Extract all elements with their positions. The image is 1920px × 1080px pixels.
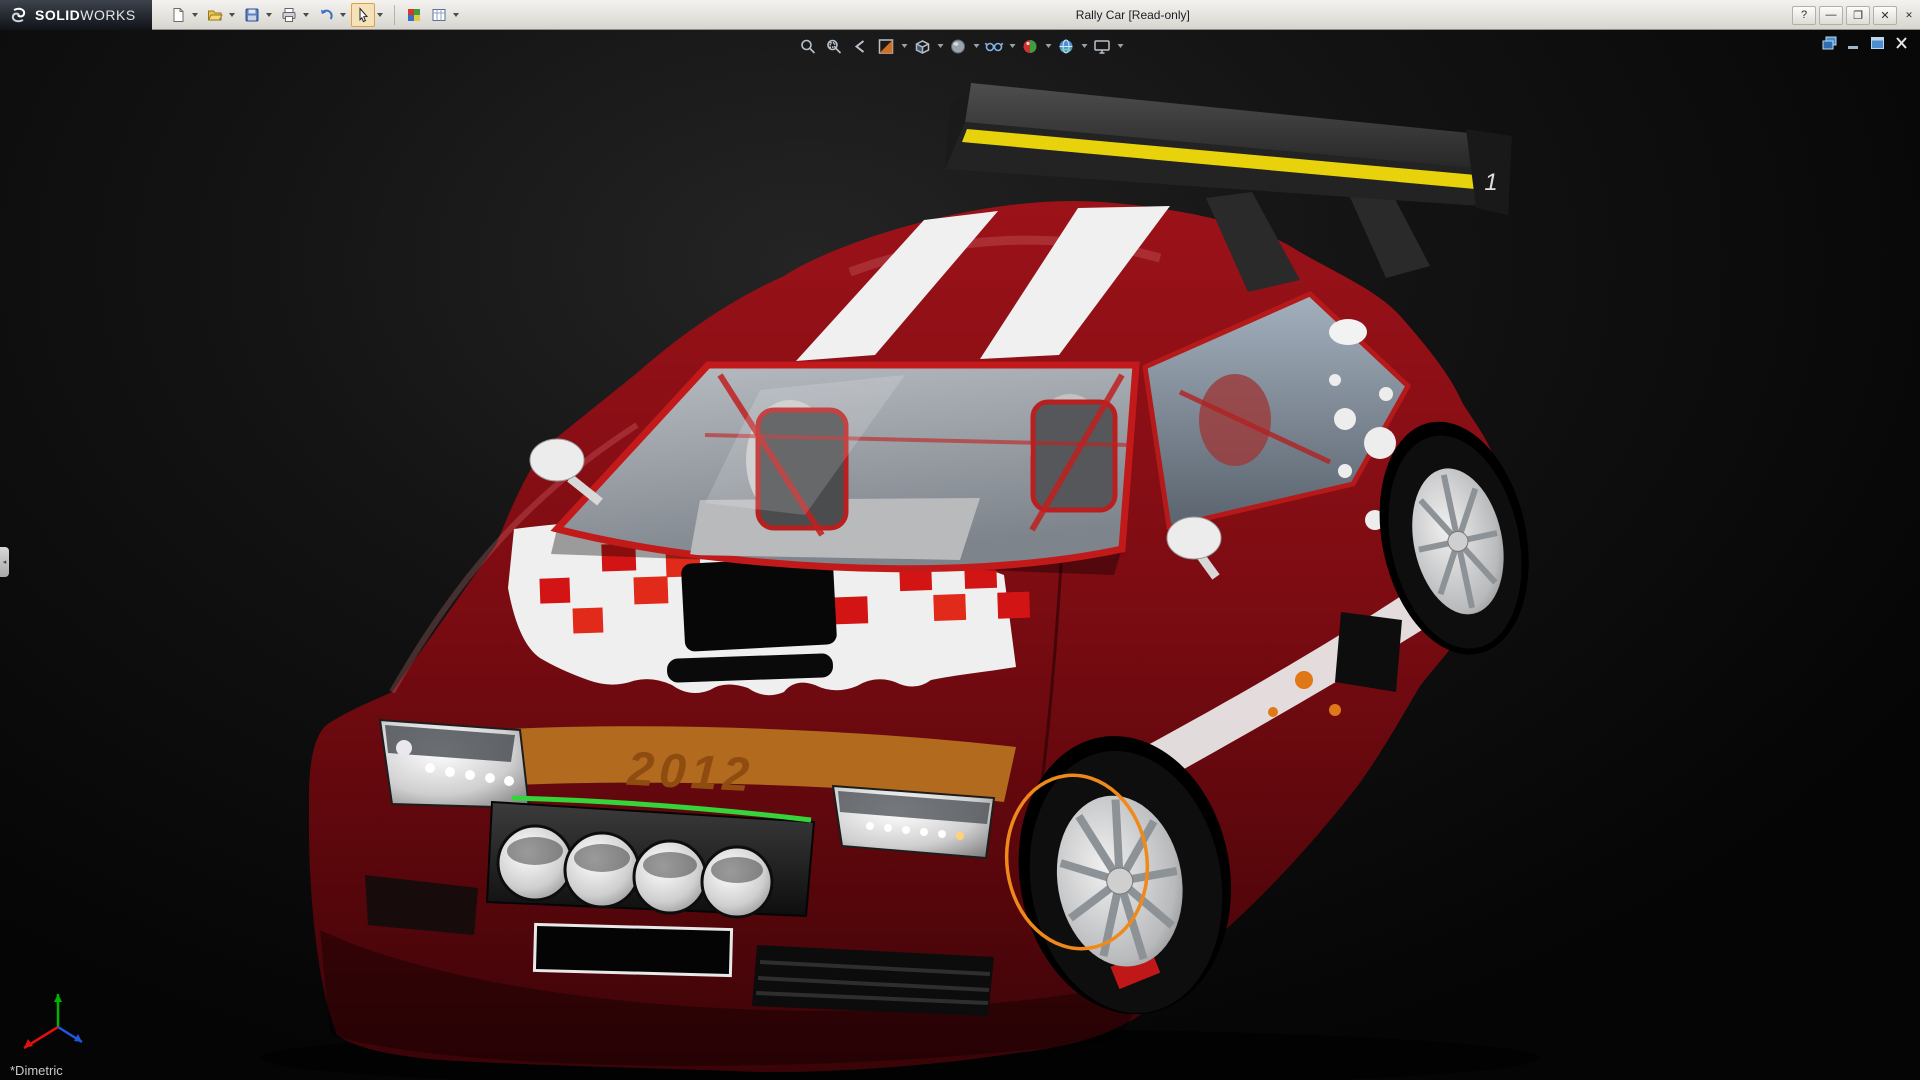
- brand-text: SOLIDWORKS: [35, 7, 136, 23]
- new-document-button[interactable]: [166, 3, 190, 27]
- save-button[interactable]: [240, 3, 264, 27]
- graphics-viewport[interactable]: 2012: [0, 30, 1920, 1080]
- standard-toolbar: [166, 3, 463, 27]
- sheet-options-button[interactable]: [427, 3, 451, 27]
- view-orientation-button[interactable]: [911, 34, 934, 58]
- minimize-button[interactable]: —: [1819, 6, 1843, 25]
- view-settings-dropdown[interactable]: [1118, 44, 1124, 48]
- lower-intake[interactable]: [752, 945, 994, 1016]
- hide-show-items-dropdown[interactable]: [1010, 44, 1016, 48]
- color-swatch-button[interactable]: [402, 3, 426, 27]
- zoom-to-area-button[interactable]: [823, 34, 846, 58]
- window-controls: ? — ❐ ✕ ✕: [1789, 0, 1916, 30]
- previous-view-button[interactable]: [849, 34, 872, 58]
- select-dropdown[interactable]: [377, 13, 383, 17]
- corner-close-button[interactable]: ✕: [1902, 8, 1916, 22]
- open-button[interactable]: [203, 3, 227, 27]
- right-headlight[interactable]: [833, 786, 994, 858]
- document-window-controls: [1821, 35, 1910, 51]
- save-dropdown[interactable]: [266, 13, 272, 17]
- left-headlight[interactable]: [380, 720, 529, 808]
- undo-dropdown[interactable]: [340, 13, 346, 17]
- doc-restore-button[interactable]: [1821, 35, 1838, 51]
- section-view-dropdown[interactable]: [902, 44, 908, 48]
- undo-button[interactable]: [314, 3, 338, 27]
- license-plate[interactable]: [534, 924, 731, 975]
- select-button[interactable]: [351, 3, 375, 27]
- edit-appearance-dropdown[interactable]: [1046, 44, 1052, 48]
- hood-vent[interactable]: [681, 556, 837, 652]
- rear-quarter-vent[interactable]: [1335, 612, 1402, 692]
- print-button[interactable]: [277, 3, 301, 27]
- restore-button[interactable]: ❐: [1846, 6, 1870, 25]
- doc-minimize-button[interactable]: [1845, 35, 1862, 51]
- headsup-view-toolbar: [797, 33, 1124, 59]
- wing-number: 1: [1484, 169, 1497, 196]
- front-grille[interactable]: [487, 798, 814, 917]
- section-view-button[interactable]: [875, 34, 898, 58]
- window-title: Rally Car [Read-only]: [1076, 0, 1190, 30]
- sheet-options-dropdown[interactable]: [453, 13, 459, 17]
- display-style-button[interactable]: [947, 34, 970, 58]
- apply-scene-dropdown[interactable]: [1082, 44, 1088, 48]
- doc-maximize-button[interactable]: [1869, 35, 1886, 51]
- close-button[interactable]: ✕: [1873, 6, 1897, 25]
- year-decal: 2012: [625, 743, 755, 803]
- view-orientation-label: *Dimetric: [10, 1063, 63, 1078]
- help-button[interactable]: ?: [1792, 6, 1816, 25]
- doc-close-button[interactable]: [1893, 35, 1910, 51]
- view-orientation-dropdown[interactable]: [938, 44, 944, 48]
- open-dropdown[interactable]: [229, 13, 235, 17]
- dassault-logo-icon: [10, 6, 28, 24]
- print-dropdown[interactable]: [303, 13, 309, 17]
- hide-show-items-button[interactable]: [983, 34, 1006, 58]
- rally-car-model[interactable]: 2012: [0, 30, 1920, 1080]
- titlebar: SOLIDWORKS Rally Car [Read-only] ?: [0, 0, 1920, 30]
- solidworks-brand: SOLIDWORKS: [0, 0, 152, 30]
- orientation-triad: [10, 982, 100, 1052]
- toolbar-separator: [394, 5, 395, 25]
- panel-splitter-handle[interactable]: ◂: [0, 547, 9, 577]
- display-style-dropdown[interactable]: [974, 44, 980, 48]
- view-settings-button[interactable]: [1091, 34, 1114, 58]
- apply-scene-button[interactable]: [1055, 34, 1078, 58]
- zoom-to-fit-button[interactable]: [797, 34, 820, 58]
- new-document-dropdown[interactable]: [192, 13, 198, 17]
- edit-appearance-button[interactable]: [1019, 34, 1042, 58]
